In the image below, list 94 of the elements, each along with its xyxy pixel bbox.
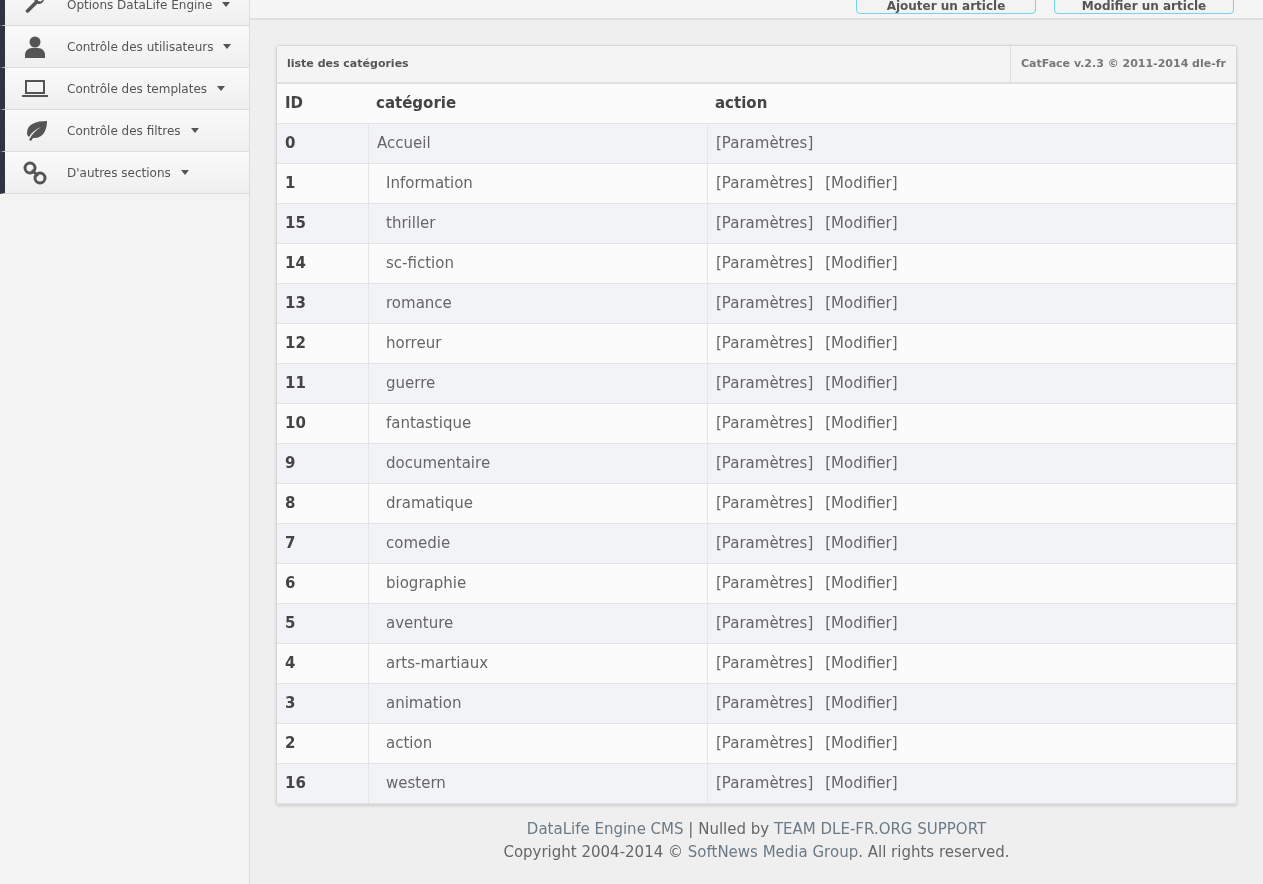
- sidebar-item[interactable]: Contrôle des filtres: [0, 110, 249, 152]
- action-link[interactable]: [Modifier]: [825, 732, 898, 755]
- caret-icon: [180, 170, 189, 175]
- footer-text: Copyright 2004-2014 ©: [503, 843, 683, 861]
- category-cell: action: [368, 724, 707, 763]
- caret-icon: [222, 2, 231, 7]
- id-cell-text: 3: [284, 693, 297, 715]
- footer-text: Nulled by: [698, 820, 770, 838]
- id-cell-text: 13: [284, 293, 307, 315]
- id-cell-text: 9: [284, 453, 297, 475]
- sidebar-item[interactable]: D'autres sections: [0, 152, 249, 194]
- id-cell-text: 6: [284, 573, 297, 595]
- action-link[interactable]: [Paramètres]: [716, 172, 814, 195]
- action-link[interactable]: [Paramètres]: [716, 612, 814, 635]
- action-link[interactable]: [Modifier]: [825, 412, 898, 435]
- id-cell-text: 4: [284, 653, 297, 675]
- id-cell-text: 0: [284, 133, 297, 155]
- category-cell: western: [368, 764, 707, 803]
- action-link[interactable]: [Paramètres]: [716, 292, 814, 315]
- category-cell: aventure: [368, 604, 707, 643]
- id-cell-text: 15: [284, 213, 307, 235]
- action-link[interactable]: [Paramètres]: [716, 212, 814, 235]
- category-cell: guerre: [368, 364, 707, 403]
- id-cell-text: 16: [284, 773, 307, 795]
- category-cell: horreur: [368, 324, 707, 363]
- action-link[interactable]: [Modifier]: [825, 252, 898, 275]
- action-link[interactable]: [Modifier]: [825, 372, 898, 395]
- category-cell: Accueil: [368, 124, 707, 163]
- category-cell: dramatique: [368, 484, 707, 523]
- sidebar-item[interactable]: Contrôle des utilisateurs: [0, 26, 249, 68]
- action-link[interactable]: [Modifier]: [825, 572, 898, 595]
- sidebar-item[interactable]: Contrôle des templates: [0, 68, 249, 110]
- column-header: ID: [284, 93, 305, 115]
- action-link[interactable]: [Paramètres]: [716, 652, 814, 675]
- category-cell: comedie: [368, 524, 707, 563]
- id-cell-text: 7: [284, 533, 297, 555]
- category-cell: biographie: [368, 564, 707, 603]
- action-link[interactable]: [Paramètres]: [716, 372, 814, 395]
- action-link[interactable]: [Modifier]: [825, 492, 898, 515]
- category-cell: animation: [368, 684, 707, 723]
- category-cell: Information: [368, 164, 707, 203]
- panel-title: liste des catégories: [286, 55, 410, 72]
- footer-link[interactable]: TEAM DLE-FR.ORG SUPPORT: [773, 820, 987, 838]
- action-link[interactable]: [Paramètres]: [716, 332, 814, 355]
- toolbar-button[interactable]: Modifier un article: [1054, 0, 1234, 14]
- sidebar-item[interactable]: Options DataLife Engine: [0, 0, 249, 26]
- caret-icon: [223, 44, 232, 49]
- caret-icon: [217, 86, 226, 91]
- category-cell: fantastique: [368, 404, 707, 443]
- column-header: catégorie: [375, 93, 458, 115]
- action-link[interactable]: [Paramètres]: [716, 532, 814, 555]
- footer-text: . All rights reserved.: [858, 843, 1010, 861]
- id-cell-text: 11: [284, 373, 307, 395]
- category-cell: romance: [368, 284, 707, 323]
- action-link[interactable]: [Paramètres]: [716, 732, 814, 755]
- action-link[interactable]: [Modifier]: [825, 772, 898, 795]
- user-icon: [24, 34, 46, 59]
- action-link[interactable]: [Modifier]: [825, 332, 898, 355]
- id-cell-text: 5: [284, 613, 297, 635]
- column-header: action: [714, 93, 769, 115]
- footer-text: |: [688, 820, 694, 838]
- id-cell-text: 2: [284, 733, 297, 755]
- action-link[interactable]: [Paramètres]: [716, 772, 814, 795]
- action-link[interactable]: [Modifier]: [825, 612, 898, 635]
- id-cell-text: 12: [284, 333, 307, 355]
- category-cell: thriller: [368, 204, 707, 243]
- action-link[interactable]: [Modifier]: [825, 692, 898, 715]
- action-link[interactable]: [Modifier]: [825, 292, 898, 315]
- caret-icon: [190, 128, 199, 133]
- version-label: CatFace v.2.3 © 2011-2014 dle-fr: [1010, 46, 1236, 82]
- action-link[interactable]: [Paramètres]: [716, 452, 814, 475]
- id-cell-text: 8: [284, 493, 297, 515]
- laptop-icon: [22, 78, 48, 99]
- footer-link[interactable]: SoftNews Media Group: [687, 843, 859, 861]
- category-cell: documentaire: [368, 444, 707, 483]
- action-link[interactable]: [Paramètres]: [716, 572, 814, 595]
- action-link[interactable]: [Modifier]: [825, 532, 898, 555]
- action-link[interactable]: [Modifier]: [825, 652, 898, 675]
- toolbar-button[interactable]: Ajouter un article: [856, 0, 1036, 14]
- chain-link-icon: [23, 160, 47, 185]
- category-cell: arts-martiaux: [368, 644, 707, 683]
- action-link[interactable]: [Paramètres]: [716, 412, 814, 435]
- id-cell-text: 10: [284, 413, 307, 435]
- action-link[interactable]: [Paramètres]: [716, 132, 814, 155]
- footer-link[interactable]: DataLife Engine CMS: [526, 820, 684, 838]
- action-link[interactable]: [Modifier]: [825, 212, 898, 235]
- action-link[interactable]: [Modifier]: [825, 172, 898, 195]
- action-link[interactable]: [Paramètres]: [716, 252, 814, 275]
- id-cell-text: 14: [284, 253, 307, 275]
- action-link[interactable]: [Modifier]: [825, 452, 898, 475]
- action-link[interactable]: [Paramètres]: [716, 692, 814, 715]
- action-link[interactable]: [Paramètres]: [716, 492, 814, 515]
- category-cell: sc-fiction: [368, 244, 707, 283]
- id-cell-text: 1: [284, 173, 297, 195]
